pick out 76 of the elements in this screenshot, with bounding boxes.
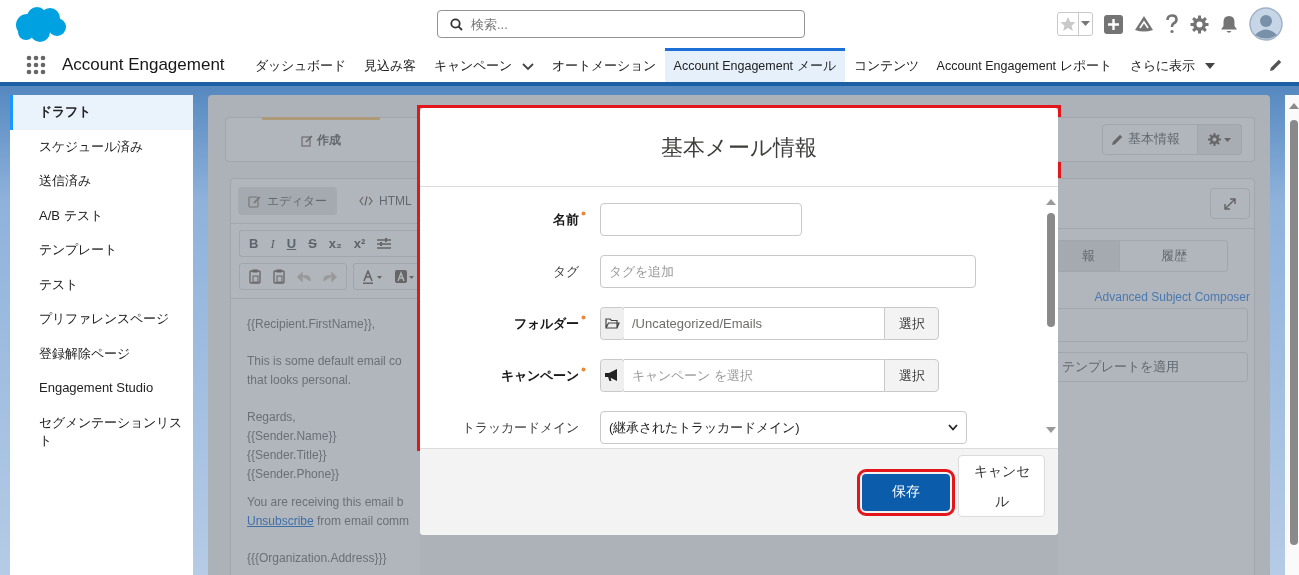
nav-tab[interactable]: Account Engagement レポート <box>927 48 1121 82</box>
chevron-down-icon <box>948 424 958 431</box>
required-icon <box>581 314 586 320</box>
favorite-button[interactable] <box>1057 12 1093 36</box>
field-label: 名前 <box>553 210 579 229</box>
search-field[interactable]: 検索... <box>437 10 805 38</box>
email-paragraph: {{Recipient.FirstName}}, <box>247 316 377 333</box>
pencil-icon <box>1111 133 1124 146</box>
star-icon <box>1058 15 1078 33</box>
field-label: フォルダー <box>514 314 579 333</box>
field-label: キャンペーン <box>501 366 579 385</box>
caret-icon <box>1224 137 1231 142</box>
paste-icon[interactable] <box>249 269 261 284</box>
settings-icon <box>1208 133 1221 146</box>
settings-icon[interactable] <box>1190 14 1209 34</box>
app-name: Account Engagement <box>62 55 225 75</box>
code-icon <box>359 196 373 206</box>
nav-tab[interactable]: 見込み客 <box>354 48 425 82</box>
sidebar-item[interactable]: ドラフト <box>10 95 193 130</box>
sidebar-item[interactable]: A/B テスト <box>10 198 193 233</box>
email-paragraph: You are receiving this email b Unsubscribe from email comm <box>247 494 411 530</box>
name-field[interactable] <box>600 203 802 236</box>
tracker-domain-select[interactable]: (継承されたトラッカードメイン) <box>600 411 967 444</box>
nav-tab[interactable]: コンテンツ <box>844 48 928 82</box>
modal-title: 基本メール情報 <box>420 108 1058 187</box>
megaphone-addon-icon <box>600 359 624 392</box>
help-icon[interactable] <box>1165 14 1179 34</box>
folder-addon-icon <box>600 307 624 340</box>
email-paragraph: This is some default email co that looks personal. <box>247 353 403 389</box>
edit-icon <box>301 134 313 147</box>
page-scrollbar[interactable] <box>1285 95 1299 575</box>
highlight-color-icon[interactable] <box>395 269 415 284</box>
field-label: トラッカードメイン <box>462 418 579 437</box>
app-launcher-icon[interactable] <box>26 55 46 75</box>
sidebar-item[interactable]: Engagement Studio <box>10 371 193 406</box>
sidebar-item[interactable]: 登録解除ページ <box>10 336 193 371</box>
edit-icon[interactable] <box>1269 58 1283 72</box>
expand-icon <box>1224 197 1236 210</box>
sidebar-item[interactable]: プリファレンスページ <box>10 302 193 337</box>
folder-field[interactable]: /Uncategorized/Emails <box>624 307 884 340</box>
sidebar-item[interactable]: テンプレート <box>10 233 193 268</box>
nav-tab[interactable]: ダッシュボード <box>245 48 355 82</box>
caret-icon <box>1081 21 1090 27</box>
edit-icon <box>248 194 261 208</box>
caret-icon <box>1204 63 1215 70</box>
mountain-icon[interactable] <box>1134 15 1154 33</box>
cloud-logo[interactable] <box>13 5 67 43</box>
expand-button[interactable] <box>1210 188 1250 219</box>
nav-tab[interactable]: さらに表示 <box>1120 48 1224 82</box>
bell-icon[interactable] <box>1220 14 1238 34</box>
required-icon <box>581 366 586 372</box>
add-icon[interactable] <box>1104 14 1123 34</box>
email-paragraph: {{{Organization.Address}}} <box>247 550 388 567</box>
tag-field[interactable]: タグを追加 <box>600 255 976 288</box>
required-icon <box>581 210 586 216</box>
nav-tab[interactable]: Account Engagement メール <box>664 48 845 82</box>
sidebar-item[interactable]: テスト <box>10 267 193 302</box>
select-button[interactable]: 選択 <box>884 359 939 392</box>
sidebar-item[interactable]: セグメンテーションリスト <box>10 405 193 459</box>
cancel-button[interactable]: キャンセル <box>958 455 1045 517</box>
nav-tab[interactable]: オートメーション <box>542 48 665 82</box>
paste-icon[interactable] <box>273 269 285 284</box>
email-paragraph: Regards, {{Sender.Name}} {{Sender.Title}} {{Sender.Phone}} <box>247 409 341 483</box>
chevron-down-icon <box>521 62 534 71</box>
sidebar-item[interactable]: 送信済み <box>10 164 193 199</box>
settings-dropdown-button[interactable] <box>1198 124 1242 155</box>
search-icon <box>450 17 463 31</box>
field-label: タグ <box>553 262 579 281</box>
avatar[interactable] <box>1249 7 1283 41</box>
campaign-field[interactable]: キャンペーン を選択 <box>624 359 884 392</box>
text-color-icon[interactable] <box>363 269 383 284</box>
select-button[interactable]: 選択 <box>884 307 939 340</box>
subject-field[interactable] <box>1058 308 1248 342</box>
align-icon[interactable] <box>377 237 392 250</box>
sidebar-item[interactable]: スケジュール済み <box>10 129 193 164</box>
nav-tab[interactable]: キャンペーン <box>424 48 543 82</box>
